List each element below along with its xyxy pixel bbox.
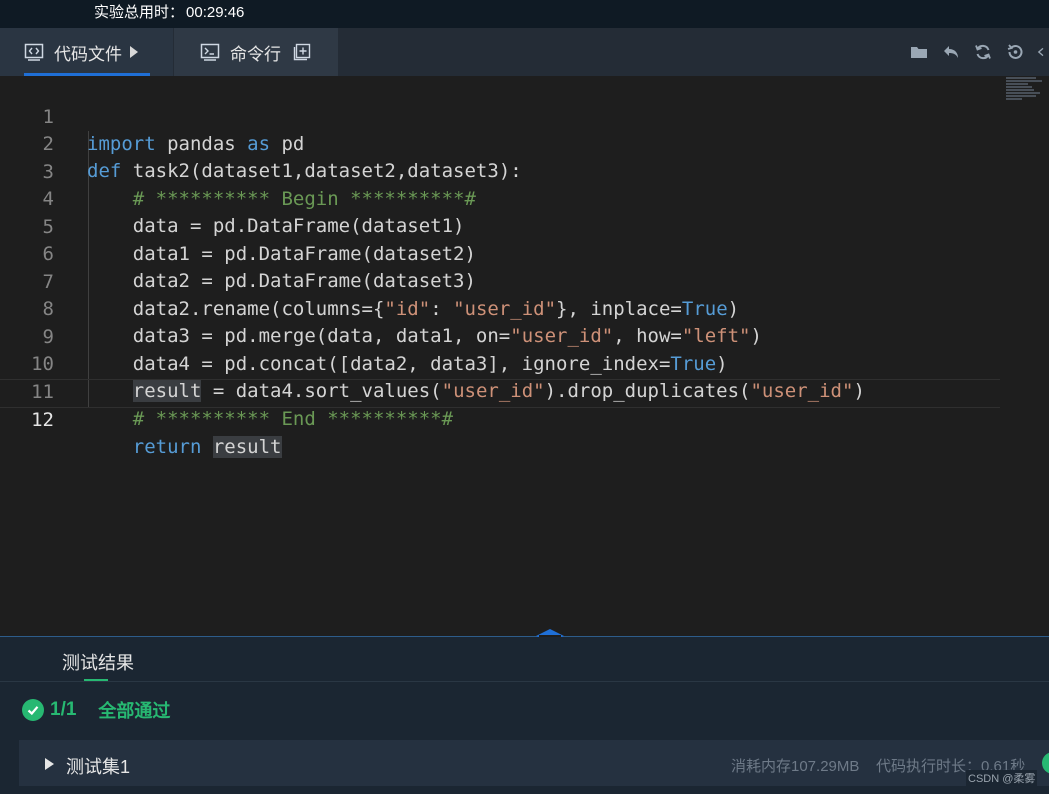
more-icon[interactable]: [1037, 42, 1049, 62]
test-set-name: 测试集1: [66, 757, 131, 777]
divider: [0, 681, 1049, 682]
code-line: 2 def task2(dataset1,dataset2,dataset3):: [0, 104, 1000, 182]
test-summary: 1/1 全部通过: [22, 697, 170, 723]
status-dot-icon: [1042, 752, 1049, 774]
watermark: CSDN @柔雾: [966, 770, 1038, 786]
folder-icon[interactable]: [909, 42, 929, 62]
test-set-row[interactable]: 测试集1 消耗内存107.29MB 代码执行时长：0.61秒: [19, 740, 1049, 786]
editor-tab-bar: 代码文件 命令行: [0, 28, 1049, 76]
timer-value: 00:29:46: [186, 4, 245, 21]
play-arrow-icon[interactable]: [130, 46, 138, 58]
tab-terminal-label: 命令行: [230, 44, 281, 64]
line-number: 12: [31, 409, 54, 431]
pass-status: 全部通过: [98, 701, 171, 721]
code-line: 1 import pandas as pd: [0, 77, 1000, 155]
code-line: 11 # ********** End **********#: [0, 352, 1000, 430]
memory-usage: 消耗内存107.29MB: [731, 758, 860, 775]
expand-arrow-icon[interactable]: [45, 758, 54, 770]
line-code: # ********** End **********#: [87, 408, 454, 430]
code-line: 6 data2 = pd.DataFrame(dataset3): [0, 214, 1000, 292]
code-file-icon: [24, 43, 44, 61]
tab-terminal[interactable]: 命令行: [174, 28, 338, 76]
reset-icon[interactable]: [1005, 42, 1025, 62]
code-line: 9 data4 = pd.concat([data2, data3], igno…: [0, 297, 1000, 375]
code-line-current: 12 return result: [0, 379, 1000, 458]
new-terminal-icon[interactable]: [293, 43, 311, 61]
code-line: 10 result = data4.sort_values("user_id")…: [0, 324, 1000, 402]
code-line: 8 data3 = pd.merge(data, data1, on="user…: [0, 269, 1000, 347]
pass-count: 1/1: [50, 699, 77, 720]
code-line: 5 data1 = pd.DataFrame(dataset2): [0, 187, 1000, 265]
minimap[interactable]: [1006, 76, 1046, 102]
tab-code-file[interactable]: 代码文件: [0, 28, 173, 76]
code-line: 3 # ********** Begin **********#: [0, 132, 1000, 210]
timer-label: 实验总用时：: [94, 4, 185, 21]
undo-icon[interactable]: [941, 42, 961, 62]
editor-toolbar: [909, 28, 1049, 76]
refresh-icon[interactable]: [973, 42, 993, 62]
elapsed-time: 实验总用时： 00:29:46: [94, 1, 244, 22]
results-panel: 测试结果 1/1 全部通过 测试集1 消耗内存107.29MB 代码执行时长：0…: [0, 637, 1049, 794]
line-code: return result: [132, 436, 282, 458]
tab-test-results[interactable]: 测试结果: [62, 649, 134, 675]
check-circle-icon: [22, 699, 44, 721]
code-line: 7 data2.rename(columns={"id": "user_id"}…: [0, 242, 1000, 320]
code-line: 4 data = pd.DataFrame(dataset1): [0, 159, 1000, 237]
code-editor[interactable]: 1 import pandas as pd 2 def task2(datase…: [0, 76, 1049, 636]
tab-code-file-label: 代码文件: [54, 44, 122, 64]
terminal-icon: [200, 43, 220, 61]
top-bar: 实验总用时： 00:29:46: [0, 0, 1049, 28]
